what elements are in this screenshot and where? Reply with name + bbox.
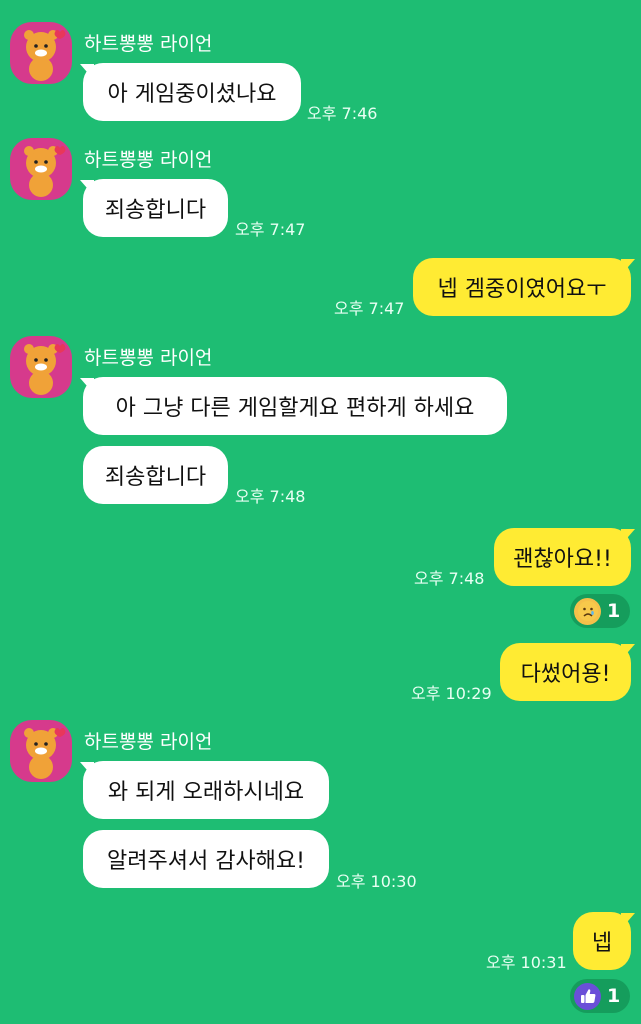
message-time: 오후 10:30: [336, 872, 417, 891]
message-bubble[interactable]: 죄송합니다: [83, 446, 228, 504]
ryan-lion-avatar-icon[interactable]: [10, 336, 72, 398]
message-bubble[interactable]: 알려주셔서 감사해요!: [83, 830, 329, 888]
message-bubble-mine[interactable]: 괜찮아요!!: [494, 528, 631, 586]
ryan-lion-avatar-icon[interactable]: [10, 22, 72, 84]
message-time: 오후 10:29: [411, 684, 492, 703]
message-time: 오후 7:48: [414, 569, 485, 588]
sender-name: 하트뽕뽕 라이언: [84, 347, 213, 369]
bubble-tail: [621, 644, 635, 660]
reaction-count: 1: [607, 985, 621, 1007]
ryan-lion-avatar-icon[interactable]: [10, 138, 72, 200]
sad-face-icon: [574, 597, 601, 625]
thumbs-up-icon: [574, 982, 601, 1010]
sender-name: 하트뽕뽕 라이언: [84, 149, 213, 171]
message-time: 오후 10:31: [486, 953, 567, 972]
bubble-tail: [621, 913, 635, 929]
reaction-count: 1: [607, 600, 621, 622]
bubble-tail: [621, 529, 635, 545]
message-bubble[interactable]: 아 게임중이셨나요: [83, 63, 301, 121]
reaction-badge[interactable]: 1: [570, 594, 631, 628]
reaction-badge[interactable]: 1: [570, 979, 631, 1013]
message-time: 오후 7:46: [307, 104, 378, 123]
message-time: 오후 7:47: [235, 220, 306, 239]
message-time: 오후 7:48: [235, 487, 306, 506]
sender-name: 하트뽕뽕 라이언: [84, 33, 213, 55]
message-bubble-mine[interactable]: 넵 겜중이였어요ㅜ: [413, 258, 631, 316]
message-time: 오후 7:47: [334, 299, 405, 318]
message-bubble-mine[interactable]: 다썼어용!: [500, 643, 631, 701]
message-bubble[interactable]: 와 되게 오래하시네요: [83, 761, 329, 819]
ryan-lion-avatar-icon[interactable]: [10, 720, 72, 782]
bubble-tail: [621, 259, 635, 275]
message-bubble[interactable]: 죄송합니다: [83, 179, 228, 237]
message-bubble[interactable]: 아 그냥 다른 게임할게요 편하게 하세요: [83, 377, 507, 435]
sender-name: 하트뽕뽕 라이언: [84, 731, 213, 753]
